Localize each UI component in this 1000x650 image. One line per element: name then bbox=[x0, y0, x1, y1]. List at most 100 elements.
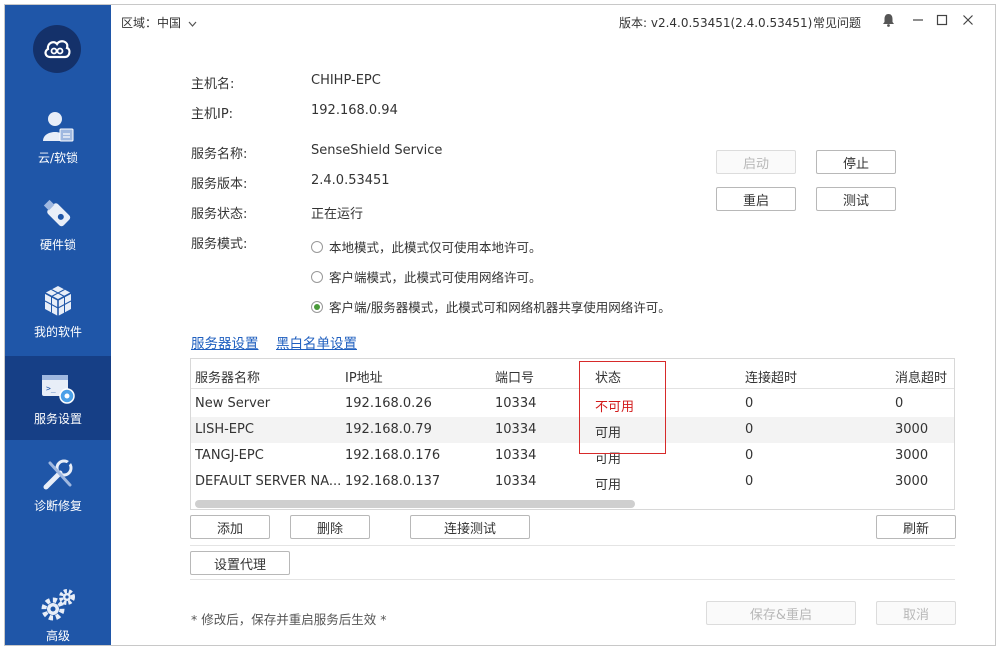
cell-msg-timeout: 3000 bbox=[895, 422, 929, 437]
service-mode-label: 服务模式: bbox=[191, 237, 248, 252]
service-name-label: 服务名称: bbox=[191, 147, 248, 162]
service-version-value: 2.4.0.53451 bbox=[311, 173, 390, 188]
cell-server-name: DEFAULT SERVER NA... bbox=[195, 474, 341, 489]
repair-tools-icon bbox=[38, 455, 78, 495]
cell-server-name: TANGJ-EPC bbox=[195, 448, 264, 463]
delete-button[interactable]: 删除 bbox=[290, 515, 370, 539]
cell-ip: 192.168.0.176 bbox=[345, 448, 441, 463]
cloud-logo-icon bbox=[44, 40, 71, 59]
cell-ip: 192.168.0.137 bbox=[345, 474, 441, 489]
cell-ip: 192.168.0.26 bbox=[345, 396, 432, 411]
app-window: 云/软锁 硬件锁 我的软件 >_ 服务设置 诊断修复 高级 区域：中国 版本: … bbox=[4, 4, 996, 646]
region-value: 中国 bbox=[157, 16, 182, 30]
cell-server-name: New Server bbox=[195, 396, 271, 411]
refresh-button[interactable]: 刷新 bbox=[876, 515, 956, 539]
maximize-icon[interactable] bbox=[935, 13, 949, 27]
chevron-down-icon bbox=[188, 16, 197, 30]
mode-radio-label: 客户端/服务器模式，此模式可和网络机器共享使用网络许可。 bbox=[329, 300, 671, 315]
start-button[interactable]: 启动 bbox=[716, 150, 796, 174]
sidebar: 云/软锁 硬件锁 我的软件 >_ 服务设置 诊断修复 高级 bbox=[5, 5, 111, 645]
cell-port: 10334 bbox=[495, 422, 537, 437]
divider bbox=[190, 579, 955, 580]
table-row[interactable]: TANGJ-EPC 192.168.0.176 10334 可用 0 3000 bbox=[191, 443, 954, 469]
host-name-value: CHIHP-EPC bbox=[311, 73, 381, 88]
stop-button[interactable]: 停止 bbox=[816, 150, 896, 174]
sidebar-item-label: 硬件锁 bbox=[39, 238, 76, 252]
connect-test-button[interactable]: 连接测试 bbox=[410, 515, 530, 539]
host-name-label: 主机名: bbox=[191, 77, 235, 92]
cell-conn-timeout: 0 bbox=[745, 474, 754, 489]
faq-link[interactable]: 常见问题 bbox=[813, 14, 861, 31]
sidebar-item-label: 云/软锁 bbox=[37, 151, 79, 165]
cancel-button[interactable]: 取消 bbox=[876, 601, 956, 625]
column-header-server-name[interactable]: 服务器名称 bbox=[195, 367, 260, 386]
column-header-conn-timeout[interactable]: 连接超时 bbox=[745, 367, 797, 386]
bell-icon[interactable] bbox=[881, 13, 895, 27]
sidebar-item-advanced[interactable]: 高级 bbox=[5, 573, 111, 645]
cell-port: 10334 bbox=[495, 396, 537, 411]
host-ip-value: 192.168.0.94 bbox=[311, 103, 398, 118]
table-row[interactable]: LISH-EPC 192.168.0.79 10334 可用 0 3000 bbox=[191, 417, 954, 443]
service-name-value: SenseShield Service bbox=[311, 143, 443, 158]
app-logo bbox=[33, 25, 81, 73]
save-restart-button[interactable]: 保存&重启 bbox=[706, 601, 856, 625]
mode-radio-client[interactable]: 客户端模式，此模式可使用网络许可。 bbox=[311, 267, 542, 286]
set-proxy-button[interactable]: 设置代理 bbox=[190, 551, 290, 575]
service-status-value: 正在运行 bbox=[311, 207, 364, 222]
radio-button[interactable] bbox=[311, 240, 323, 253]
sidebar-item-diagnose-repair[interactable]: 诊断修复 bbox=[5, 443, 111, 527]
cell-port: 10334 bbox=[495, 474, 537, 489]
region-label: 区域： bbox=[121, 16, 158, 30]
radio-button[interactable] bbox=[311, 270, 323, 283]
host-ip-label: 主机IP: bbox=[191, 107, 234, 122]
minimize-icon[interactable] bbox=[911, 13, 925, 27]
mode-radio-local[interactable]: 本地模式，此模式仅可使用本地许可。 bbox=[311, 237, 542, 256]
cell-conn-timeout: 0 bbox=[745, 422, 754, 437]
save-note: * 修改后，保存并重启服务后生效 * bbox=[191, 612, 387, 627]
cell-msg-timeout: 3000 bbox=[895, 448, 929, 463]
sidebar-item-label: 高级 bbox=[45, 629, 70, 643]
test-button[interactable]: 测试 bbox=[816, 187, 896, 211]
tab-server-settings[interactable]: 服务器设置 bbox=[191, 332, 259, 352]
service-status-label: 服务状态: bbox=[191, 207, 248, 222]
cell-server-name: LISH-EPC bbox=[195, 422, 254, 437]
server-table: 服务器名称 IP地址 端口号 状态 连接超时 消息超时 New Server 1… bbox=[190, 358, 955, 510]
column-header-ip[interactable]: IP地址 bbox=[345, 367, 383, 386]
cell-ip: 192.168.0.79 bbox=[345, 422, 432, 437]
sidebar-item-my-software[interactable]: 我的软件 bbox=[5, 269, 111, 353]
sidebar-item-label: 我的软件 bbox=[33, 325, 82, 339]
status-column-highlight bbox=[579, 361, 666, 454]
cell-conn-timeout: 0 bbox=[745, 396, 754, 411]
mode-radio-label: 本地模式，此模式仅可使用本地许可。 bbox=[329, 240, 542, 255]
sidebar-item-label: 诊断修复 bbox=[33, 499, 82, 513]
column-header-port[interactable]: 端口号 bbox=[495, 367, 534, 386]
cell-msg-timeout: 3000 bbox=[895, 474, 929, 489]
sidebar-item-service-settings[interactable]: >_ 服务设置 bbox=[5, 356, 111, 440]
divider bbox=[190, 545, 955, 546]
mode-radio-label: 客户端模式，此模式可使用网络许可。 bbox=[329, 270, 542, 285]
service-settings-icon: >_ bbox=[38, 368, 78, 408]
region-selector[interactable]: 区域：中国 bbox=[121, 14, 197, 31]
tab-blacklist-settings[interactable]: 黑白名单设置 bbox=[276, 332, 357, 352]
user-lock-icon bbox=[38, 107, 78, 147]
cell-msg-timeout: 0 bbox=[895, 396, 904, 411]
cell-status: 可用 bbox=[595, 478, 622, 493]
version-text: 版本: v2.4.0.53451(2.4.0.53451) bbox=[619, 16, 813, 30]
sidebar-item-label: 服务设置 bbox=[33, 412, 82, 426]
restart-button[interactable]: 重启 bbox=[716, 187, 796, 211]
close-icon[interactable] bbox=[961, 13, 975, 27]
table-row[interactable]: New Server 192.168.0.26 10334 不可用 0 0 bbox=[191, 391, 954, 417]
sidebar-item-cloud-soft-lock[interactable]: 云/软锁 bbox=[5, 95, 111, 179]
horizontal-scrollbar[interactable] bbox=[195, 500, 635, 508]
cell-conn-timeout: 0 bbox=[745, 448, 754, 463]
svg-text:>_: >_ bbox=[46, 384, 56, 393]
table-header: 服务器名称 IP地址 端口号 状态 连接超时 消息超时 bbox=[191, 359, 954, 389]
mode-radio-client-server[interactable]: 客户端/服务器模式，此模式可和网络机器共享使用网络许可。 bbox=[311, 297, 671, 316]
usb-key-icon bbox=[38, 194, 78, 234]
add-button[interactable]: 添加 bbox=[190, 515, 270, 539]
table-row[interactable]: DEFAULT SERVER NA... 192.168.0.137 10334… bbox=[191, 469, 954, 495]
cell-port: 10334 bbox=[495, 448, 537, 463]
sidebar-item-hardware-lock[interactable]: 硬件锁 bbox=[5, 182, 111, 266]
radio-button-selected[interactable] bbox=[311, 300, 323, 313]
column-header-msg-timeout[interactable]: 消息超时 bbox=[895, 367, 947, 386]
